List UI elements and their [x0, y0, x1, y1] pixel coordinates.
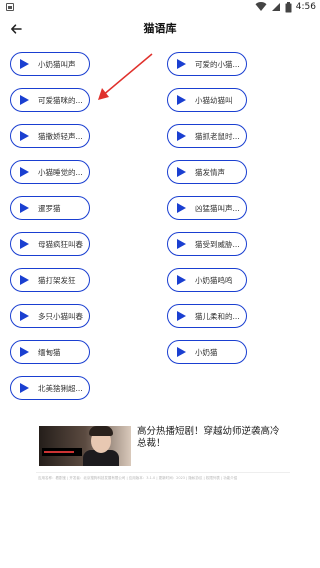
- sound-item-label: 多只小猫叫春: [38, 311, 83, 321]
- play-icon[interactable]: [177, 131, 186, 141]
- play-icon[interactable]: [177, 347, 186, 357]
- play-icon[interactable]: [20, 131, 29, 141]
- sound-item-label: 可爱的小猫...: [195, 59, 240, 69]
- play-icon[interactable]: [177, 311, 186, 321]
- sound-item[interactable]: 母猫疯狂叫春: [10, 232, 90, 256]
- sound-item-label: 小奶猫: [195, 347, 218, 357]
- sound-item[interactable]: 缅甸猫: [10, 340, 90, 364]
- play-icon[interactable]: [177, 275, 186, 285]
- sound-item-label: 猫打架发狂: [38, 275, 76, 285]
- play-icon[interactable]: [20, 275, 29, 285]
- status-time: 4:56: [295, 2, 316, 12]
- play-icon[interactable]: [177, 167, 186, 177]
- sound-item-label: 凶猛猫叫声...: [195, 203, 240, 213]
- sound-item-label: 猫儿柔和的...: [195, 311, 240, 321]
- sound-item-label: 母猫疯狂叫春: [38, 239, 83, 249]
- sound-item[interactable]: 凶猛猫叫声...: [167, 196, 247, 220]
- play-icon[interactable]: [20, 383, 29, 393]
- sound-item-label: 猫受到威胁...: [195, 239, 240, 249]
- sound-item[interactable]: 小奶猫鸣鸣: [167, 268, 247, 292]
- sound-item-label: 小奶猫鸣鸣: [195, 275, 233, 285]
- play-icon[interactable]: [20, 203, 29, 213]
- ad-footer: 应用名称：看剧宝 | 开发者：北京搜狗科技发展有限公司 | 应用版本：3.1.0…: [36, 472, 290, 482]
- signal-icon: [271, 3, 280, 11]
- ad-thumbnail-caption-strip: [42, 448, 82, 456]
- sound-item[interactable]: 小奶猫叫声: [10, 52, 90, 76]
- sound-item[interactable]: 猫发情声: [167, 160, 247, 184]
- sound-item-label: 缅甸猫: [38, 347, 61, 357]
- page-title: 猫语库: [143, 22, 177, 35]
- play-icon[interactable]: [20, 95, 29, 105]
- sound-item[interactable]: 暹罗猫: [10, 196, 90, 220]
- ad-banner[interactable]: 高分热播短剧！穿越幼师逆袭高冷总裁！: [36, 422, 290, 470]
- play-icon[interactable]: [177, 95, 186, 105]
- ad-headline[interactable]: 高分热播短剧！穿越幼师逆袭高冷总裁！: [137, 426, 287, 450]
- sound-item[interactable]: 猫撒娇轻声...: [10, 124, 90, 148]
- sound-item-label: 猫抓老鼠时...: [195, 131, 240, 141]
- play-icon[interactable]: [20, 167, 29, 177]
- sound-item[interactable]: 可爱猫咪的...: [10, 88, 90, 112]
- wifi-icon: [255, 2, 267, 11]
- sound-item[interactable]: 小奶猫: [167, 340, 247, 364]
- ad-thumbnail[interactable]: [39, 426, 131, 466]
- sound-item-label: 暹罗猫: [38, 203, 61, 213]
- status-bar: 4:56: [0, 0, 320, 14]
- status-left: [6, 3, 14, 11]
- sound-item[interactable]: 猫抓老鼠时...: [167, 124, 247, 148]
- sound-item[interactable]: 小猫睡觉的...: [10, 160, 90, 184]
- sound-item-label: 可爱猫咪的...: [38, 95, 83, 105]
- play-icon[interactable]: [177, 59, 186, 69]
- play-icon[interactable]: [20, 311, 29, 321]
- sound-item[interactable]: 北美猞猁超...: [10, 376, 90, 400]
- sound-item[interactable]: 可爱的小猫...: [167, 52, 247, 76]
- sound-item[interactable]: 多只小猫叫春: [10, 304, 90, 328]
- sound-item[interactable]: 猫儿柔和的...: [167, 304, 247, 328]
- sound-item[interactable]: 猫受到威胁...: [167, 232, 247, 256]
- annotation-arrow-icon: [98, 53, 153, 100]
- play-icon[interactable]: [20, 239, 29, 249]
- sound-item[interactable]: 小猫幼猫叫: [167, 88, 247, 112]
- play-icon[interactable]: [20, 347, 29, 357]
- sound-item-label: 北美猞猁超...: [38, 383, 83, 393]
- sound-item-label: 小奶猫叫声: [38, 59, 76, 69]
- play-icon[interactable]: [177, 203, 186, 213]
- play-icon[interactable]: [177, 239, 186, 249]
- sound-item-label: 小猫幼猫叫: [195, 95, 233, 105]
- sound-item[interactable]: 猫打架发狂: [10, 268, 90, 292]
- status-right: 4:56: [255, 1, 316, 13]
- sound-item-label: 小猫睡觉的...: [38, 167, 83, 177]
- image-icon: [6, 3, 14, 11]
- app-bar: 猫语库: [0, 14, 320, 44]
- sound-item-label: 猫发情声: [195, 167, 225, 177]
- ad-thumbnail-hair: [89, 426, 113, 436]
- play-icon[interactable]: [20, 59, 29, 69]
- battery-icon: [285, 1, 292, 12]
- sound-item-label: 猫撒娇轻声...: [38, 131, 83, 141]
